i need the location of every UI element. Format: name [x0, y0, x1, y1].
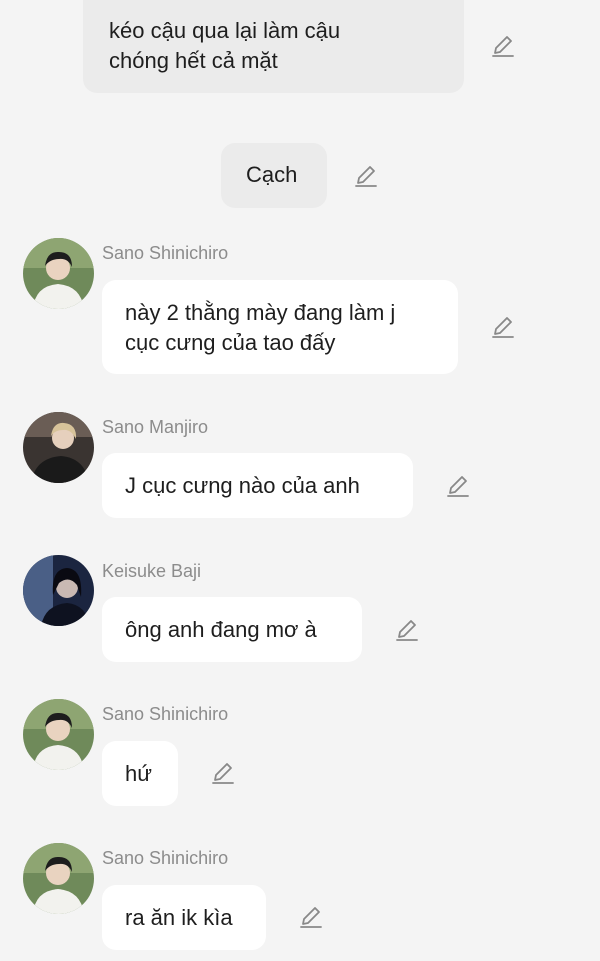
edit-pencil-icon[interactable] [353, 163, 379, 189]
edit-pencil-icon[interactable] [210, 760, 236, 786]
message-text: hứ [125, 761, 152, 786]
narration-bubble: kéo cậu qua lại làm cậu chóng hết cả mặt [83, 0, 464, 93]
message-bubble: ông anh đang mơ à [102, 597, 362, 662]
message-text: ông anh đang mơ à [125, 617, 317, 642]
edit-pencil-icon[interactable] [490, 33, 516, 59]
edit-pencil-icon[interactable] [394, 617, 420, 643]
edit-pencil-icon[interactable] [298, 904, 324, 930]
sender-name: Sano Shinichiro [102, 243, 229, 263]
edit-pencil-icon[interactable] [445, 473, 471, 499]
narration-bubble: Cạch [221, 143, 327, 208]
message-bubble: J cục cưng nào của anh [102, 453, 413, 518]
sender-name: Keisuke Baji [102, 561, 202, 581]
avatar-keisuke-baji[interactable] [23, 555, 94, 626]
sender-name: Sano Shinichiro [102, 848, 229, 868]
avatar-sano-shinichiro[interactable] [23, 238, 94, 309]
message-text: này 2 thằng mày đang làm j cục cưng của … [125, 300, 396, 355]
narration-text: kéo cậu qua lại làm cậu chóng hết cả mặt [109, 18, 341, 73]
message-bubble: hứ [102, 741, 178, 806]
message-text: J cục cưng nào của anh [125, 473, 360, 498]
edit-pencil-icon[interactable] [490, 314, 516, 340]
message-bubble: này 2 thằng mày đang làm j cục cưng của … [102, 280, 458, 374]
narration-text: Cạch [246, 162, 298, 187]
sender-name: Sano Manjiro [102, 417, 209, 437]
message-text: ra ăn ik kìa [125, 905, 233, 930]
sender-name: Sano Shinichiro [102, 704, 229, 724]
avatar-sano-shinichiro[interactable] [23, 699, 94, 770]
message-bubble: ra ăn ik kìa [102, 885, 266, 950]
avatar-sano-shinichiro[interactable] [23, 843, 94, 914]
avatar-sano-manjiro[interactable] [23, 412, 94, 483]
